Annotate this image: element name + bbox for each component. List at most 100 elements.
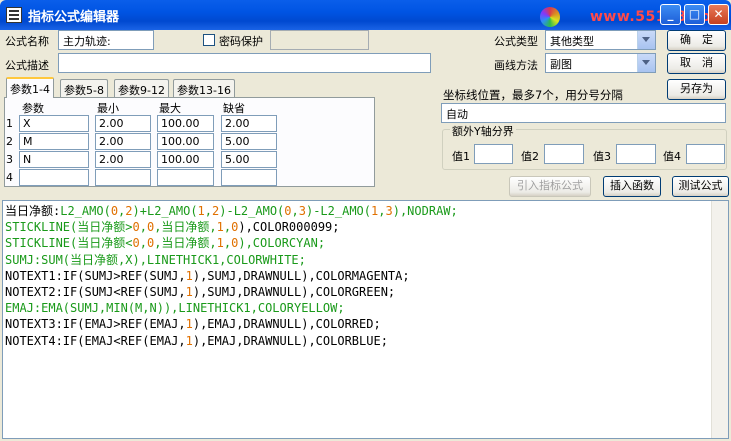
code-token: ),EMAJ,DRAWNULL),COLORBLUE; — [192, 333, 388, 348]
code-line: NOTEXT3:IF(EMAJ>REF(EMAJ,1),EMAJ,DRAWNUL… — [5, 316, 458, 332]
param-default-input[interactable] — [221, 169, 277, 186]
tab-params-13-16[interactable]: 参数13-16 — [173, 79, 235, 97]
cancel-button[interactable]: 取 消 — [667, 53, 726, 74]
code-token: 1 — [185, 268, 193, 283]
code-token: 1 — [216, 220, 224, 235]
y-value-3-input[interactable] — [616, 144, 656, 164]
param-min-input[interactable]: 2.00 — [95, 151, 151, 168]
coord-line-input[interactable]: 自动 — [441, 103, 726, 123]
y-value-4-input[interactable] — [686, 144, 725, 164]
code-token: , — [204, 204, 213, 218]
param-default-input[interactable]: 2.00 — [221, 115, 277, 132]
code-token: NOTEXT2:IF(SUMJ<REF(SUMJ, — [5, 285, 186, 300]
code-token: NOTEXT1:IF(SUMJ>REF(SUMJ, — [5, 268, 186, 283]
formula-type-label: 公式类型 — [494, 35, 538, 48]
param-default-input[interactable]: 5.00 — [221, 133, 277, 150]
draw-method-label: 画线方法 — [494, 59, 538, 72]
code-line: 当日净额:L2_AMO(0,2)+L2_AMO(1,2)-L2_AMO(0,3)… — [5, 203, 458, 219]
formula-desc-label: 公式描述 — [5, 59, 49, 72]
param-max-input[interactable]: 100.00 — [157, 133, 214, 150]
code-token: ,当日净额, — [154, 220, 217, 235]
code-line: NOTEXT1:IF(SUMJ>REF(SUMJ,1),SUMJ,DRAWNUL… — [5, 268, 458, 284]
param-min-input[interactable]: 2.00 — [95, 115, 151, 132]
watermark-text: www.55188.com — [590, 9, 727, 25]
ok-button[interactable]: 确 定 — [667, 30, 726, 51]
maximize-button[interactable]: □ — [684, 4, 705, 25]
code-line: NOTEXT4:IF(EMAJ<REF(EMAJ,1),EMAJ,DRAWNUL… — [5, 333, 458, 349]
insert-function-button[interactable]: 插入函数 — [603, 176, 661, 197]
param-min-input[interactable] — [95, 169, 151, 186]
code-line: STICKLINE(当日净额<0,0,当日净额,1,0),COLORCYAN; — [5, 235, 458, 251]
header-max: 最大 — [159, 102, 181, 115]
formula-type-select[interactable]: 其他类型 — [545, 30, 656, 50]
code-token: STICKLINE(当日净额> — [5, 220, 133, 235]
y-value-1-input[interactable] — [474, 144, 513, 164]
extra-y-axis-label: 额外Y轴分界 — [450, 123, 516, 139]
code-token: ),COLORCYAN; — [238, 236, 326, 251]
y-value-3-label: 值3 — [593, 150, 611, 163]
formula-desc-input[interactable] — [58, 53, 431, 73]
formula-name-label: 公式名称 — [5, 35, 49, 48]
code-token: 2 — [125, 204, 133, 218]
code-token: ),SUMJ,DRAWNULL),COLORGREEN; — [192, 285, 396, 300]
code-token: EMAJ:EMA(SUMJ,MIN(M,N)),LINETHICK1,COLOR… — [5, 301, 345, 316]
chevron-down-icon[interactable] — [637, 54, 655, 72]
password-label: 密码保护 — [219, 35, 263, 48]
param-name-input[interactable]: N — [19, 151, 89, 168]
param-max-input[interactable]: 100.00 — [157, 151, 214, 168]
param-name-input[interactable] — [19, 169, 89, 186]
draw-method-select[interactable]: 副图 — [545, 53, 656, 73]
code-token: NOTEXT3:IF(EMAJ>REF(EMAJ, — [5, 317, 186, 332]
code-token: )-L2_AMO( — [305, 204, 372, 218]
param-max-input[interactable] — [157, 169, 214, 186]
code-token: STICKLINE(当日净额< — [5, 236, 133, 251]
code-token: 0 — [110, 204, 119, 218]
formula-code: 当日净额:L2_AMO(0,2)+L2_AMO(1,2)-L2_AMO(0,3)… — [5, 203, 458, 349]
code-line: SUMJ:SUM(当日净额,X),LINETHICK1,COLORWHITE; — [5, 252, 458, 268]
code-token: 1 — [216, 236, 224, 251]
header-min: 最小 — [97, 102, 119, 115]
tab-params-9-12[interactable]: 参数9-12 — [114, 79, 169, 97]
code-token: )+L2_AMO( — [132, 204, 198, 218]
formula-editor[interactable]: 当日净额:L2_AMO(0,2)+L2_AMO(1,2)-L2_AMO(0,3)… — [2, 200, 729, 439]
formula-name-input[interactable]: 主力轨迹: — [58, 30, 154, 50]
tab-params-5-8[interactable]: 参数5-8 — [60, 79, 108, 97]
chevron-down-icon[interactable] — [637, 31, 655, 49]
code-token: 3 — [385, 204, 393, 218]
tab-params-1-4[interactable]: 参数1-4 — [6, 77, 54, 98]
param-name-input[interactable]: X — [19, 115, 89, 132]
coord-line-label: 坐标线位置，最多7个，用分号分隔 — [443, 88, 623, 102]
password-checkbox[interactable] — [203, 34, 215, 46]
code-token: 1 — [185, 333, 193, 348]
code-token: 1 — [197, 204, 205, 218]
header-default: 缺省 — [223, 102, 245, 115]
code-token: ),EMAJ,DRAWNULL),COLORRED; — [192, 317, 381, 332]
code-token: 1 — [185, 317, 193, 332]
code-line: STICKLINE(当日净额>0,0,当日净额,1,0),COLOR000099… — [5, 219, 458, 235]
formula-type-value: 其他类型 — [550, 35, 594, 48]
close-button[interactable]: ✕ — [708, 4, 729, 25]
row-number: 1 — [6, 117, 13, 130]
code-token: ),COLOR000099; — [238, 220, 340, 235]
param-max-input[interactable]: 100.00 — [157, 115, 214, 132]
window-title: 指标公式编辑器 — [28, 10, 120, 25]
minimize-button[interactable]: _ — [660, 4, 681, 25]
param-default-input[interactable]: 5.00 — [221, 151, 277, 168]
code-token: L2_AMO( — [60, 204, 111, 218]
code-token: 当日净额: — [5, 204, 61, 218]
code-token: ),SUMJ,DRAWNULL),COLORMAGENTA; — [192, 268, 410, 283]
watermark-logo-icon — [540, 7, 560, 27]
save-as-button[interactable]: 另存为 — [667, 79, 726, 100]
y-value-2-label: 值2 — [521, 150, 539, 163]
y-value-4-label: 值4 — [663, 150, 681, 163]
code-line: EMAJ:EMA(SUMJ,MIN(M,N)),LINETHICK1,COLOR… — [5, 300, 458, 316]
y-value-2-input[interactable] — [544, 144, 584, 164]
param-min-input[interactable]: 2.00 — [95, 133, 151, 150]
code-token: , — [139, 236, 147, 251]
param-name-input[interactable]: M — [19, 133, 89, 150]
vertical-scrollbar[interactable] — [711, 201, 728, 438]
password-input — [270, 30, 369, 50]
test-formula-button[interactable]: 测试公式 — [672, 176, 729, 197]
code-token: 0 — [132, 236, 140, 251]
import-formula-button[interactable]: 引入指标公式 — [509, 176, 591, 197]
